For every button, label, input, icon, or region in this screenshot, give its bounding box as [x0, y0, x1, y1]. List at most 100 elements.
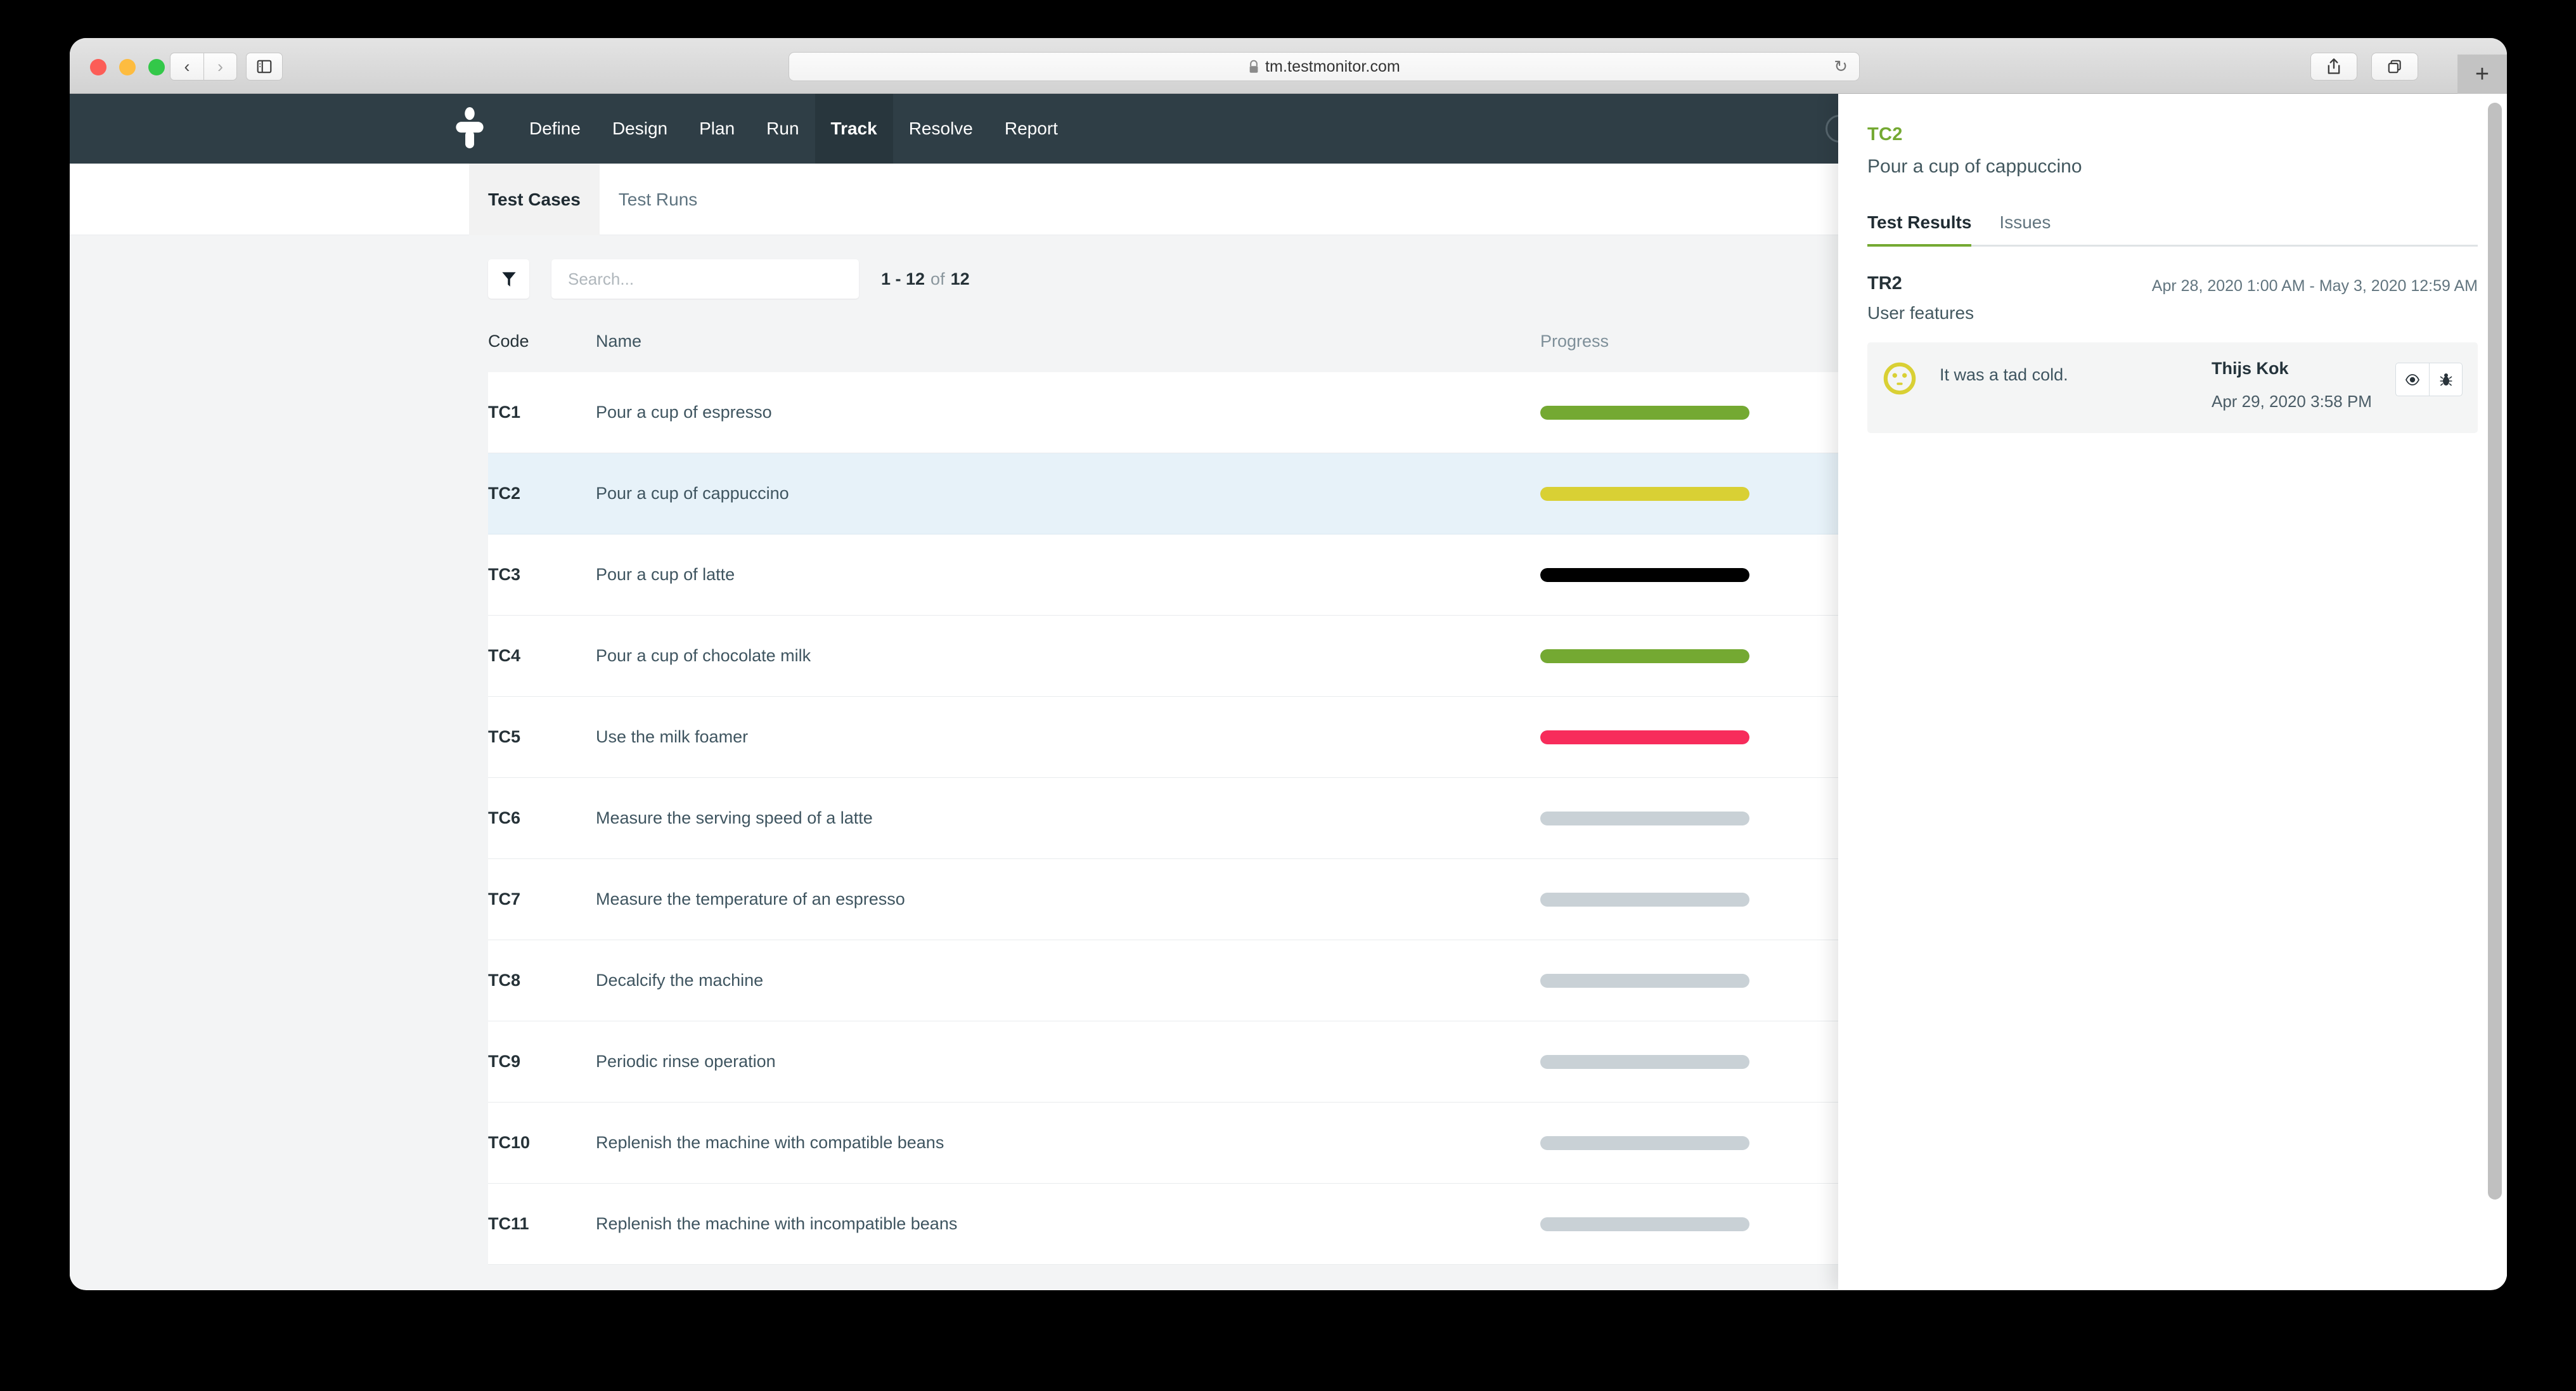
bug-icon: [2440, 373, 2452, 386]
nav-item-define[interactable]: Define: [513, 94, 596, 164]
reload-icon[interactable]: ↻: [1834, 57, 1848, 77]
progress-bar: [1540, 892, 1749, 907]
cell-code: TC11: [488, 1214, 529, 1233]
progress-bar: [1540, 405, 1749, 420]
test-run-name: User features: [1867, 303, 1974, 323]
chevron-left-icon: ‹: [184, 56, 190, 76]
test-result-card[interactable]: It was a tad cold. Thijs Kok Apr 29, 202…: [1867, 342, 2478, 434]
test-run-header[interactable]: TR2 User features Apr 28, 2020 1:00 AM -…: [1867, 273, 2478, 323]
search-input[interactable]: Search...: [551, 259, 859, 299]
cell-code: TC8: [488, 971, 521, 990]
tab-test-cases[interactable]: Test Cases: [469, 164, 600, 235]
back-button[interactable]: ‹: [170, 53, 203, 81]
create-issue-button[interactable]: [2429, 363, 2463, 396]
cell-name: Pour a cup of espresso: [596, 403, 772, 422]
new-tab-button[interactable]: +: [2457, 55, 2507, 94]
detail-panel: TC2 Pour a cup of cappuccino Test Result…: [1838, 94, 2507, 1290]
nav-item-run[interactable]: Run: [750, 94, 815, 164]
share-button[interactable]: [2310, 53, 2357, 81]
nav-item-plan[interactable]: Plan: [683, 94, 750, 164]
test-result-meta: Thijs Kok Apr 29, 2020 3:58 PM: [2212, 359, 2395, 414]
test-result-author: Thijs Kok: [2212, 359, 2289, 378]
pager-range: 1 - 12: [881, 269, 925, 288]
test-result-comment: It was a tad cold.: [1940, 365, 2068, 384]
view-result-button[interactable]: [2395, 363, 2429, 396]
neutral-face-icon: [1883, 362, 1916, 395]
page-viewport: Define Design Plan Run Track Resolve Rep…: [70, 94, 2507, 1290]
cell-code: TC4: [488, 646, 521, 665]
nav-item-design[interactable]: Design: [596, 94, 683, 164]
test-run-date-range: Apr 28, 2020 1:00 AM - May 3, 2020 12:59…: [2151, 277, 2478, 295]
sidebar-icon: [257, 60, 272, 74]
nav-label: Design: [612, 119, 668, 138]
test-result-date: Apr 29, 2020 3:58 PM: [2212, 392, 2372, 411]
sidebar-toggle-button[interactable]: [246, 53, 283, 81]
progress-bar-fill: [1540, 649, 1749, 663]
progress-bar-fill: [1540, 730, 1749, 744]
progress-bar: [1540, 973, 1749, 988]
test-run-identity: TR2 User features: [1867, 273, 1974, 323]
browser-window: ‹ › tm.testmonitor.com ↻ + Define Design…: [70, 38, 2507, 1290]
share-icon: [2328, 58, 2340, 74]
panel-tabs: Test Results Issues: [1867, 212, 2478, 247]
test-run-code: TR2: [1867, 273, 1902, 294]
progress-bar-fill: [1540, 405, 1749, 420]
test-result-actions: [2395, 363, 2463, 396]
progress-bar-fill: [1540, 567, 1749, 582]
panel-tab-label: Test Results: [1867, 212, 1972, 232]
nav-label: Run: [766, 119, 799, 138]
tab-test-runs[interactable]: Test Runs: [600, 164, 717, 235]
cell-name: Measure the serving speed of a latte: [596, 808, 873, 827]
cell-name: Pour a cup of chocolate milk: [596, 646, 811, 665]
browser-nav-buttons: ‹ ›: [170, 53, 237, 81]
lock-icon: [1249, 60, 1258, 73]
url-text: tm.testmonitor.com: [1265, 57, 1400, 75]
cell-name: Pour a cup of cappuccino: [596, 484, 789, 503]
eye-icon: [2405, 373, 2420, 385]
window-controls: [90, 59, 165, 75]
nav-item-resolve[interactable]: Resolve: [893, 94, 989, 164]
cell-code: TC7: [488, 890, 521, 909]
address-bar[interactable]: tm.testmonitor.com ↻: [789, 52, 1860, 81]
cell-code: TC2: [488, 484, 521, 503]
nav-label: Report: [1004, 119, 1058, 138]
cell-code: TC6: [488, 808, 521, 827]
column-header-code[interactable]: Code: [488, 332, 596, 351]
minimize-window-button[interactable]: [119, 59, 136, 75]
forward-button[interactable]: ›: [203, 53, 237, 81]
testmonitor-logo[interactable]: [450, 107, 489, 150]
cell-code: TC5: [488, 727, 521, 746]
panel-tab-issues[interactable]: Issues: [1999, 212, 2051, 245]
column-header-name[interactable]: Name: [596, 332, 1540, 351]
search-placeholder: Search...: [568, 269, 634, 288]
progress-bar: [1540, 1054, 1749, 1069]
nav-item-track[interactable]: Track: [815, 94, 893, 164]
filter-button[interactable]: [488, 259, 529, 299]
browser-titlebar: ‹ › tm.testmonitor.com ↻ +: [70, 38, 2507, 94]
browser-toolbar-right: [2310, 53, 2418, 81]
panel-tab-label: Issues: [1999, 212, 2051, 232]
filter-icon: [501, 272, 516, 287]
page-scrollbar[interactable]: [2488, 103, 2502, 1200]
panel-test-case-code: TC2: [1867, 124, 1903, 145]
pager-total: 12: [950, 269, 970, 288]
progress-bar: [1540, 567, 1749, 582]
chevron-right-icon: ›: [217, 56, 223, 76]
progress-bar: [1540, 1217, 1749, 1231]
progress-bar: [1540, 486, 1749, 501]
nav-label: Define: [529, 119, 581, 138]
progress-bar: [1540, 1135, 1749, 1150]
cell-code: TC3: [488, 565, 521, 584]
tab-overview-button[interactable]: [2371, 53, 2418, 81]
progress-bar-fill: [1540, 486, 1749, 501]
nav-label: Resolve: [908, 119, 973, 138]
nav-item-report[interactable]: Report: [989, 94, 1074, 164]
cell-name: Use the milk foamer: [596, 727, 749, 746]
cell-code: TC10: [488, 1133, 531, 1152]
maximize-window-button[interactable]: [148, 59, 165, 75]
close-window-button[interactable]: [90, 59, 106, 75]
cell-code: TC1: [488, 403, 521, 422]
panel-tab-test-results[interactable]: Test Results: [1867, 212, 1972, 247]
cell-name: Measure the temperature of an espresso: [596, 890, 905, 909]
panel-test-case-title: Pour a cup of cappuccino: [1867, 156, 2082, 177]
